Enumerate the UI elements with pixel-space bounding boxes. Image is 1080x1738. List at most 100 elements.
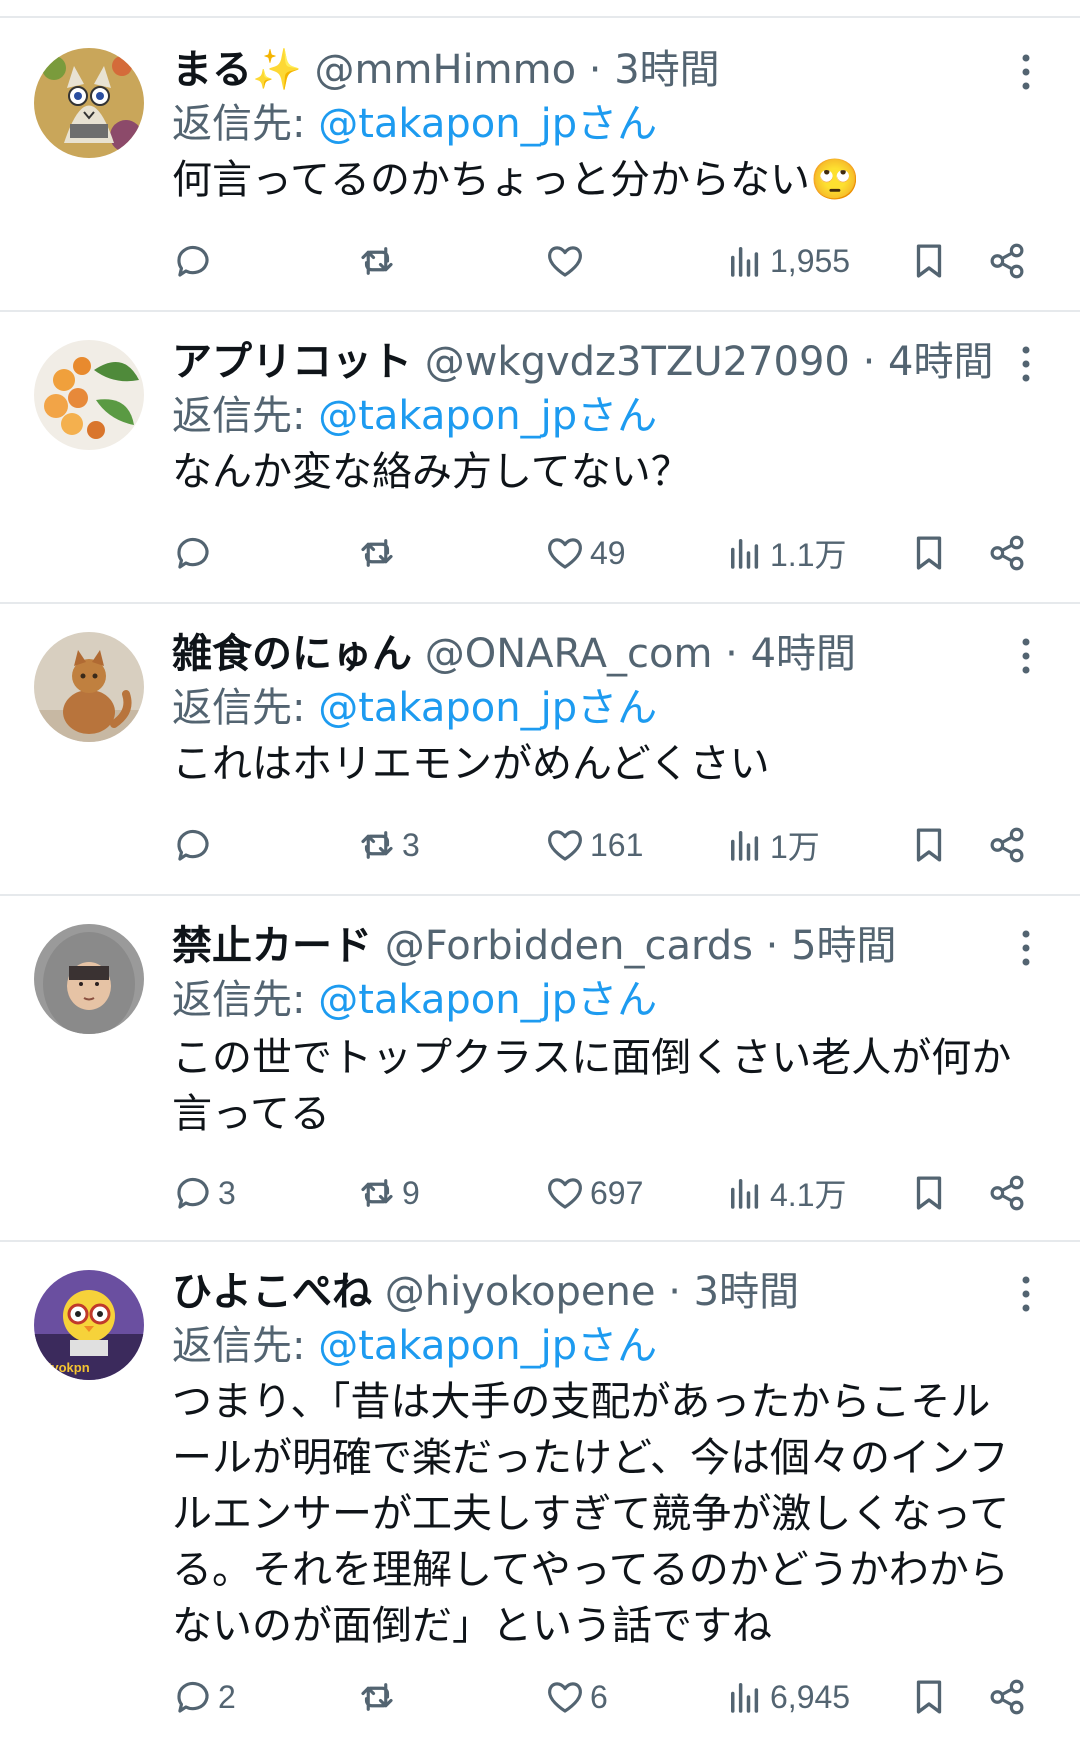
avatar[interactable] xyxy=(34,48,144,158)
reply-icon xyxy=(177,1681,209,1713)
reply-target-link[interactable]: @takapon_jpさん xyxy=(318,1323,657,1369)
reply-context: 返信先: @takapon_jpさん xyxy=(172,972,657,1028)
timestamp[interactable]: 3時間 xyxy=(614,47,719,93)
share-button[interactable] xyxy=(986,1168,1028,1218)
views-icon xyxy=(731,831,759,861)
display-name[interactable]: 禁止カード xyxy=(172,923,372,969)
views-icon xyxy=(731,1683,759,1713)
divider xyxy=(0,1240,1080,1242)
reply-target-link[interactable]: @takapon_jpさん xyxy=(318,101,657,147)
tweet-text: これはホリエモンがめんどくさい xyxy=(172,741,770,787)
retweet-button[interactable]: 9 xyxy=(356,1168,420,1218)
share-button[interactable] xyxy=(986,1672,1028,1722)
tweet-header: ひよこぺね @hiyokopene · 3時間 xyxy=(172,1262,1010,1322)
display-name[interactable]: アプリコット xyxy=(172,339,412,385)
reply-target-link[interactable]: @takapon_jpさん xyxy=(318,977,657,1023)
reply-target-link[interactable]: @takapon_jpさん xyxy=(318,685,657,731)
retweet-button[interactable] xyxy=(356,528,402,578)
reply-prefix: 返信先: xyxy=(172,977,319,1023)
handle[interactable]: @hiyokopene xyxy=(385,1269,656,1315)
avatar[interactable] xyxy=(34,632,144,742)
bookmark-icon xyxy=(916,244,942,278)
reply-button[interactable] xyxy=(172,820,218,870)
reply-prefix: 返信先: xyxy=(172,393,319,439)
like-count: 6 xyxy=(590,1678,608,1715)
share-icon xyxy=(990,1175,1024,1211)
reply-button[interactable] xyxy=(172,236,218,286)
bookmark-button[interactable] xyxy=(908,236,950,286)
hooded-person-avatar xyxy=(34,924,144,1034)
reply-prefix: 返信先: xyxy=(172,685,319,731)
avatar[interactable]: Hyokpn xyxy=(34,1270,144,1380)
divider xyxy=(0,16,1080,18)
views-button[interactable]: 1.1万 xyxy=(724,528,847,578)
retweet-button[interactable] xyxy=(356,1672,402,1722)
bookmark-button[interactable] xyxy=(908,1672,950,1722)
timestamp[interactable]: 5時間 xyxy=(791,923,896,969)
like-button[interactable] xyxy=(544,236,590,286)
action-bar: 49 1.1万 xyxy=(0,528,1080,578)
reply-button[interactable] xyxy=(172,528,218,578)
handle[interactable]: @Forbidden_cards xyxy=(385,923,753,969)
display-name[interactable]: 雑食のにゅん xyxy=(172,631,412,677)
reply-button[interactable]: 2 xyxy=(172,1672,236,1722)
more-icon[interactable] xyxy=(1014,50,1038,94)
divider xyxy=(0,310,1080,312)
view-count: 1.1万 xyxy=(770,537,847,573)
share-button[interactable] xyxy=(986,528,1028,578)
like-button[interactable]: 161 xyxy=(544,820,643,870)
share-button[interactable] xyxy=(986,820,1028,870)
like-button[interactable]: 697 xyxy=(544,1168,643,1218)
avatar[interactable] xyxy=(34,924,144,1034)
handle[interactable]: @mmHimmo xyxy=(315,47,577,93)
like-icon xyxy=(548,1682,582,1713)
views-button[interactable]: 4.1万 xyxy=(724,1168,847,1218)
reply-context: 返信先: @takapon_jpさん xyxy=(172,1318,657,1374)
action-bar: 3 9 697 4.1万 xyxy=(0,1168,1080,1218)
tweet-header: 雑食のにゅん @ONARA_com · 4時間 xyxy=(172,624,1010,684)
reply-icon xyxy=(177,245,209,277)
avatar-text: Hyokpn xyxy=(42,1360,90,1375)
timestamp[interactable]: 4時間 xyxy=(888,339,993,385)
views-button[interactable]: 1万 xyxy=(724,820,820,870)
chick-character-avatar: Hyokpn xyxy=(34,1270,144,1380)
share-icon xyxy=(990,827,1024,863)
reply-button[interactable]: 3 xyxy=(172,1168,236,1218)
action-bar: 3 161 1万 xyxy=(0,820,1080,870)
reply-count: 2 xyxy=(218,1678,236,1715)
display-name[interactable]: ひよこぺね xyxy=(172,1269,372,1315)
display-name[interactable]: まる✨ xyxy=(172,47,302,93)
share-button[interactable] xyxy=(986,236,1028,286)
tweet-text: 何言ってるのかちょっと分からない🙄 xyxy=(172,157,860,203)
retweet-button[interactable] xyxy=(356,236,402,286)
like-count: 697 xyxy=(590,1174,644,1211)
views-button[interactable]: 6,945 xyxy=(724,1672,850,1722)
handle[interactable]: @wkgvdz3TZU27090 xyxy=(425,339,850,385)
timestamp[interactable]: 4時間 xyxy=(751,631,856,677)
cat-illustration-avatar xyxy=(34,48,144,158)
separator: · xyxy=(712,631,751,677)
bookmark-button[interactable] xyxy=(908,1168,950,1218)
avatar[interactable] xyxy=(34,340,144,450)
more-icon[interactable] xyxy=(1014,342,1038,386)
retweet-button[interactable]: 3 xyxy=(356,820,420,870)
retweet-icon xyxy=(361,247,393,275)
like-button[interactable]: 49 xyxy=(544,528,626,578)
bookmark-icon xyxy=(916,828,942,862)
views-button[interactable]: 1,955 xyxy=(724,236,850,286)
reply-context: 返信先: @takapon_jpさん xyxy=(172,680,657,736)
reply-target-link[interactable]: @takapon_jpさん xyxy=(318,393,657,439)
more-icon[interactable] xyxy=(1014,926,1038,970)
tweet-header: まる✨ @mmHimmo · 3時間 xyxy=(172,40,1010,100)
share-icon xyxy=(990,1679,1024,1715)
more-icon[interactable] xyxy=(1014,1272,1038,1316)
more-icon[interactable] xyxy=(1014,634,1038,678)
handle[interactable]: @ONARA_com xyxy=(425,631,713,677)
share-icon xyxy=(990,535,1024,571)
like-button[interactable]: 6 xyxy=(544,1672,608,1722)
timestamp[interactable]: 3時間 xyxy=(694,1269,799,1315)
retweet-icon xyxy=(361,539,393,567)
bookmark-button[interactable] xyxy=(908,820,950,870)
reply-icon xyxy=(177,537,209,569)
bookmark-button[interactable] xyxy=(908,528,950,578)
